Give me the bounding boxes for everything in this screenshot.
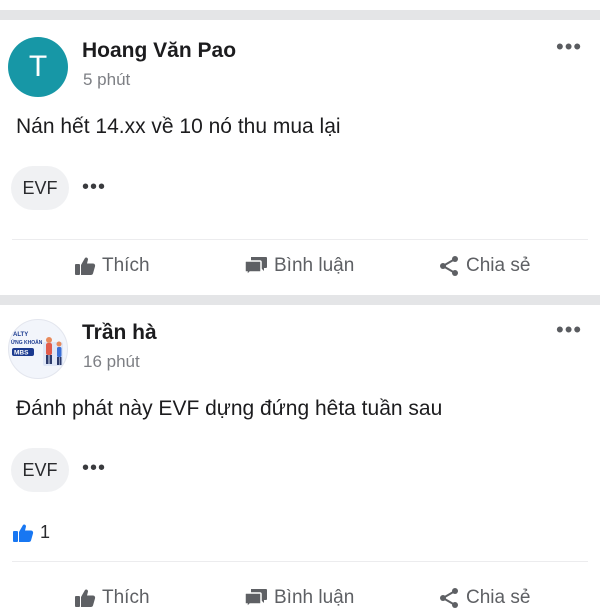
- separator: [12, 561, 588, 562]
- stock-tag[interactable]: EVF: [11, 448, 69, 492]
- action-bar: Thích Bình luận Chia sẻ: [0, 569, 600, 609]
- share-label: Chia sẻ: [466, 255, 531, 276]
- share-icon: [440, 256, 458, 276]
- post-more-button[interactable]: •••: [556, 36, 582, 58]
- thumbs-up-icon: [75, 257, 96, 275]
- author-name[interactable]: Hoang Văn Pao: [82, 39, 236, 63]
- post-content: Đánh phát này EVF dựng đứng hêta tuần sa…: [16, 397, 443, 420]
- brand-logo-image: ALTY ỨNG KHOẢN MBS: [11, 332, 63, 366]
- avatar-letter: T: [28, 50, 48, 83]
- avatar-text-1: ALTY: [13, 332, 28, 338]
- reaction-summary[interactable]: 1: [12, 522, 50, 543]
- comment-icon: [244, 589, 267, 608]
- author-name[interactable]: Trần hà: [82, 321, 157, 345]
- like-label: Thích: [102, 255, 150, 276]
- stock-tag[interactable]: EVF: [11, 166, 69, 210]
- post-content: Nán hết 14.xx về 10 nó thu mua lại: [16, 115, 341, 138]
- share-button[interactable]: Chia sẻ: [438, 255, 530, 277]
- author-avatar[interactable]: ALTY ỨNG KHOẢN MBS: [8, 319, 68, 379]
- tag-more-button[interactable]: •••: [82, 458, 106, 478]
- avatar-text-3: MBS: [14, 350, 29, 357]
- share-label: Chia sẻ: [466, 587, 531, 608]
- section-divider: [0, 295, 600, 305]
- thumbs-up-icon: [13, 524, 34, 542]
- avatar-text-2: ỨNG KHOẢN: [11, 339, 43, 346]
- author-avatar[interactable]: T: [8, 37, 68, 97]
- comment-label: Bình luận: [274, 255, 355, 276]
- comment-icon: [244, 257, 267, 276]
- like-button[interactable]: Thích: [74, 587, 150, 609]
- like-label: Thích: [102, 587, 150, 608]
- share-icon: [440, 588, 458, 608]
- thumbs-up-icon: [75, 589, 96, 607]
- action-bar: Thích Bình luận Chia sẻ: [0, 247, 600, 287]
- post-2: ALTY ỨNG KHOẢN MBS Trần hà 16 phút ••• Đ…: [0, 305, 600, 608]
- post-time: 5 phút: [83, 70, 131, 89]
- comment-button[interactable]: Bình luận: [244, 255, 354, 277]
- comment-button[interactable]: Bình luận: [244, 587, 354, 609]
- comment-label: Bình luận: [274, 587, 355, 608]
- tag-more-button[interactable]: •••: [82, 177, 106, 197]
- post-more-button[interactable]: •••: [556, 319, 582, 341]
- like-button[interactable]: Thích: [74, 255, 150, 277]
- separator: [12, 239, 588, 240]
- like-count: 1: [40, 522, 51, 542]
- post-1: T Hoang Văn Pao 5 phút ••• Nán hết 14.xx…: [0, 20, 600, 295]
- section-divider-top: [0, 10, 600, 20]
- share-button[interactable]: Chia sẻ: [438, 587, 530, 609]
- post-time: 16 phút: [83, 352, 140, 371]
